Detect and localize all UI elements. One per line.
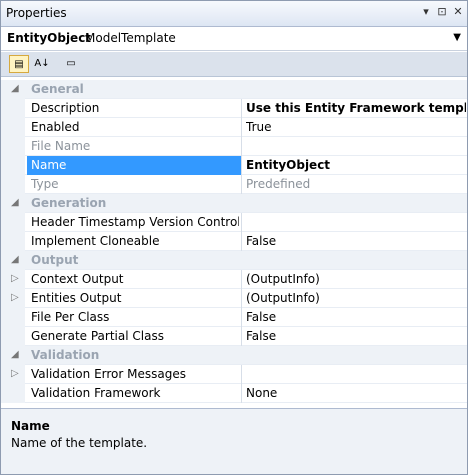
column-divider [241,270,242,289]
property-name: Header Timestamp Version Control Tag [31,215,239,229]
window-position-icon[interactable]: ▾ [419,5,433,21]
categorized-view-icon[interactable]: ▤ [9,55,29,73]
expand-icon[interactable]: ▷ [11,368,19,379]
property-name: Context Output [31,272,124,286]
property-row[interactable]: Header Timestamp Version Control Tag [1,213,467,232]
property-row[interactable]: Implement Cloneable False [1,232,467,251]
property-name: File Name [31,139,91,153]
auto-hide-icon[interactable]: ⊡ [435,5,449,21]
property-name: Name [31,158,67,172]
property-value[interactable]: EntityObject [246,158,466,172]
property-name: Validation Error Messages [31,367,186,381]
property-value[interactable]: True [246,120,466,134]
category-row[interactable]: ◢ Generation [1,194,467,213]
property-name: Entities Output [31,291,122,305]
property-row[interactable]: File Name [1,137,467,156]
properties-window: Properties ▾ ⊡ ✕ EntityObject ModelTempl… [0,0,468,475]
property-value[interactable]: Predefined [246,177,466,191]
expand-icon[interactable]: ▷ [11,273,19,284]
row-margin [1,137,25,156]
property-value[interactable]: False [246,234,466,248]
row-margin [1,308,25,327]
property-row[interactable]: ▷ Context Output (OutputInfo) [1,270,467,289]
column-divider [241,232,242,251]
property-value[interactable]: False [246,310,466,324]
close-icon[interactable]: ✕ [451,5,465,21]
property-value[interactable]: (OutputInfo) [246,291,466,305]
column-divider [241,175,242,194]
property-row[interactable]: Description Use this Entity Framework tem… [1,99,467,118]
title-bar: Properties ▾ ⊡ ✕ [1,1,467,27]
alphabetical-sort-icon[interactable]: A↓ [32,55,52,73]
column-divider [241,308,242,327]
category-row[interactable]: ◢ Validation [1,346,467,365]
column-divider [241,327,242,346]
property-row[interactable]: File Per Class False [1,308,467,327]
property-row[interactable]: Name EntityObject [1,156,467,175]
property-value[interactable]: Use this Entity Framework template to [246,101,466,115]
column-divider [241,289,242,308]
description-text: Name of the template. [11,436,148,450]
property-name: Description [31,101,100,115]
category-row[interactable]: ◢ Output [1,251,467,270]
category-label: Validation [31,348,100,362]
property-name: Validation Framework [31,386,161,400]
window-title: Properties [6,6,67,20]
property-row[interactable]: Generate Partial Class False [1,327,467,346]
property-row[interactable]: Type Predefined [1,175,467,194]
property-value[interactable]: None [246,386,466,400]
category-row[interactable]: ◢ General [1,80,467,99]
property-grid: ◢ General Description Use this Entity Frame… [1,80,467,404]
collapse-icon[interactable]: ◢ [11,349,19,360]
collapse-icon[interactable]: ◢ [11,254,19,265]
property-row[interactable]: ▷ Entities Output (OutputInfo) [1,289,467,308]
column-divider [241,384,242,403]
property-name: Enabled [31,120,80,134]
property-row[interactable]: Enabled True [1,118,467,137]
row-margin [1,118,25,137]
property-name: Implement Cloneable [31,234,160,248]
description-title: Name [11,419,50,433]
row-margin [1,232,25,251]
expand-icon[interactable]: ▷ [11,292,19,303]
property-toolbar: ▤ A↓ ▭ [1,52,467,77]
row-margin [1,213,25,232]
column-divider [241,365,242,384]
collapse-icon[interactable]: ◢ [11,197,19,208]
column-divider [241,156,242,175]
category-label: Output [31,253,79,267]
column-divider [241,213,242,232]
property-name: File Per Class [31,310,110,324]
property-row[interactable]: ▷ Validation Error Messages [1,365,467,384]
collapse-icon[interactable]: ◢ [11,83,19,94]
property-pages-icon[interactable]: ▭ [61,55,81,73]
chevron-down-icon[interactable]: ▼ [453,32,461,43]
row-margin [1,175,25,194]
category-label: Generation [31,196,107,210]
object-name: EntityObject [7,31,92,45]
column-divider [241,137,242,156]
row-margin [1,327,25,346]
object-selector[interactable]: EntityObject ModelTemplate ▼ [1,27,467,51]
row-margin [1,156,25,175]
column-divider [241,99,242,118]
property-name: Generate Partial Class [31,329,164,343]
description-panel: Name Name of the template. [1,408,467,474]
row-margin [1,384,25,403]
category-label: General [31,82,84,96]
property-row[interactable]: Validation Framework None [1,384,467,403]
property-value[interactable]: (OutputInfo) [246,272,466,286]
column-divider [241,118,242,137]
object-type: ModelTemplate [85,31,176,45]
property-value[interactable]: False [246,329,466,343]
row-margin [1,99,25,118]
property-name: Type [31,177,59,191]
